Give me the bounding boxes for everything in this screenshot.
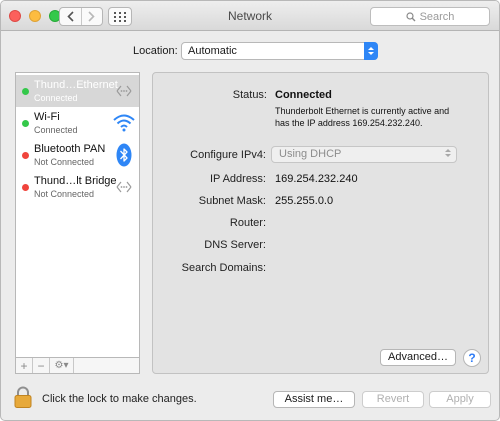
network-preferences-window: Network Search Location: Automatic Thund…	[0, 0, 500, 421]
status-value: Connected	[275, 89, 332, 101]
service-status: Not Connected	[34, 157, 95, 167]
bluetooth-icon	[112, 143, 136, 167]
dns-server-label: DNS Server:	[204, 239, 266, 251]
add-service-button[interactable]: +	[16, 358, 33, 373]
advanced-button[interactable]: Advanced…	[380, 349, 456, 366]
service-name: Thund…Ethernet	[34, 79, 118, 91]
remove-service-button[interactable]: −	[33, 358, 50, 373]
help-button[interactable]: ?	[463, 349, 481, 367]
assist-me-button[interactable]: Assist me…	[273, 391, 355, 408]
revert-button[interactable]: Revert	[362, 391, 424, 408]
title-bar: Network Search	[1, 1, 499, 31]
service-item-thunderbolt-bridge[interactable]: Thund…lt Bridge Not Connected	[16, 171, 139, 203]
configure-ipv4-label: Configure IPv4:	[190, 149, 266, 161]
service-item-thunderbolt-ethernet[interactable]: Thund…Ethernet Connected	[16, 75, 139, 107]
wifi-icon	[112, 111, 136, 135]
service-item-bluetooth-pan[interactable]: Bluetooth PAN Not Connected	[16, 139, 139, 171]
status-description: Thunderbolt Ethernet is currently active…	[275, 106, 450, 128]
service-item-wifi[interactable]: Wi-Fi Connected	[16, 107, 139, 139]
service-list-toolbar: + − ⚙▾	[15, 357, 140, 374]
ethernet-arrows-icon	[112, 175, 136, 199]
service-status: Connected	[34, 125, 78, 135]
subnet-mask-value: 255.255.0.0	[275, 195, 334, 207]
service-status: Connected	[34, 93, 78, 103]
select-arrows-icon	[445, 149, 451, 157]
configure-ipv4-select[interactable]: Using DHCP	[271, 146, 457, 163]
service-actions-gear-icon[interactable]: ⚙▾	[50, 358, 74, 373]
status-dot-connected	[22, 120, 29, 127]
location-value: Automatic	[188, 45, 237, 57]
status-dot-connected	[22, 88, 29, 95]
search-domains-label: Search Domains:	[181, 262, 266, 274]
configure-ipv4-value: Using DHCP	[279, 148, 342, 160]
service-name: Wi-Fi	[34, 111, 60, 123]
ip-address-label: IP Address:	[209, 173, 266, 185]
service-list[interactable]: Thund…Ethernet Connected Wi-Fi Connected…	[15, 72, 140, 357]
location-select[interactable]: Automatic	[181, 42, 378, 60]
status-dot-disconnected	[22, 184, 29, 191]
location-label: Location:	[133, 45, 178, 57]
router-label: Router:	[229, 217, 266, 229]
service-name: Bluetooth PAN	[34, 143, 106, 155]
lock-icon[interactable]	[14, 386, 32, 408]
search-placeholder: Search	[419, 10, 455, 23]
search-field[interactable]: Search	[370, 7, 490, 26]
select-arrows-icon	[364, 42, 378, 60]
service-status: Not Connected	[34, 189, 95, 199]
ethernet-arrows-icon	[112, 79, 136, 103]
ip-address-value: 169.254.232.240	[275, 173, 358, 185]
status-dot-disconnected	[22, 152, 29, 159]
subnet-mask-label: Subnet Mask:	[198, 195, 266, 207]
lock-message: Click the lock to make changes.	[42, 393, 197, 405]
apply-button[interactable]: Apply	[429, 391, 491, 408]
status-label: Status:	[232, 89, 267, 101]
service-name: Thund…lt Bridge	[34, 175, 117, 187]
search-icon	[405, 11, 416, 22]
